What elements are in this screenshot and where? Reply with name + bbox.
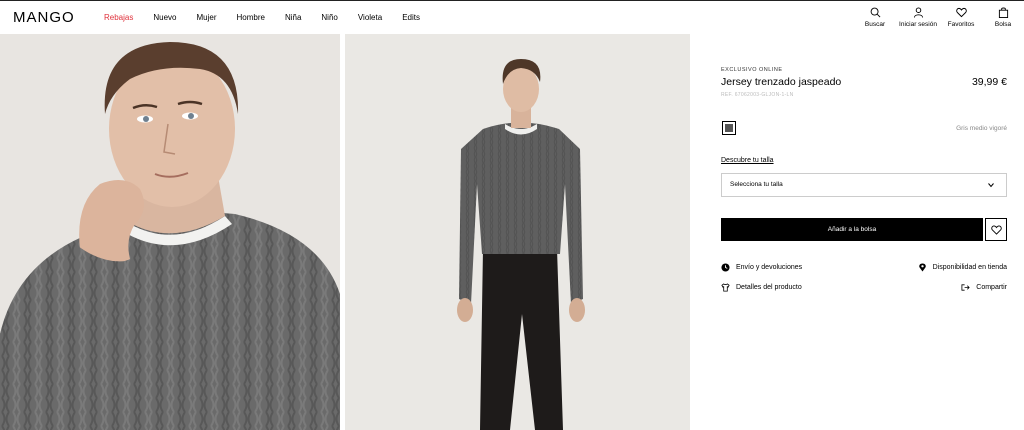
product-price: 39,99 € [971,76,1007,88]
nav-item-rebajas[interactable]: Rebajas [104,13,133,22]
user-icon [913,7,923,18]
model-fullbody-illustration [345,34,690,430]
bag-label: Bolsa [994,21,1012,28]
product-photo-closeup[interactable] [0,34,340,430]
product-details-link[interactable]: Detalles del producto [721,283,802,292]
main-nav: Rebajas Nuevo Mujer Hombre Niña Niño Vio… [104,13,440,22]
search-label: Buscar [864,21,886,28]
product-title: Jersey trenzado jaspeado [721,76,842,88]
add-favorite-button[interactable] [985,218,1007,241]
chevron-down-icon [988,183,994,188]
heart-icon [955,7,967,18]
add-to-bag-button[interactable]: Añadir a la bolsa [721,218,983,241]
nav-item-hombre[interactable]: Hombre [237,13,265,22]
login-label: Iniciar sesión [899,21,937,28]
bag-button[interactable]: Bolsa [982,7,1024,28]
header-tools: Buscar Iniciar sesión Favoritos Bolsa [854,7,1024,28]
shipping-returns-label: Envío y devoluciones [736,264,803,271]
store-availability-label: Disponibilidad en tienda [932,264,1007,271]
product-photo-fullbody[interactable] [345,34,690,430]
store-availability-link[interactable]: Disponibilidad en tienda [918,263,1007,272]
mango-logo[interactable]: MANGO [13,9,75,26]
search-icon [870,7,880,18]
model-closeup-illustration [0,34,340,430]
share-link[interactable]: Compartir [961,283,1007,292]
product-details-label: Detalles del producto [736,284,802,291]
product-reference: REF. 67062003-GLJON-1-LN [721,92,794,98]
nav-item-nuevo[interactable]: Nuevo [153,13,176,22]
location-pin-icon [918,263,926,272]
login-button[interactable]: Iniciar sesión [896,7,940,28]
nav-item-mujer[interactable]: Mujer [196,13,216,22]
color-swatch-fill [725,124,733,132]
nav-item-nina[interactable]: Niña [285,13,301,22]
favorites-button[interactable]: Favoritos [940,7,982,28]
top-header: MANGO Rebajas Nuevo Mujer Hombre Niña Ni… [0,0,1024,34]
heart-icon [991,225,1002,235]
color-name: Gris medio vigoré [956,125,1007,132]
size-guide-link[interactable]: Descubre tu talla [721,157,774,164]
nav-item-nino[interactable]: Niño [321,13,337,22]
size-select-placeholder: Selecciona tu talla [730,181,783,188]
share-icon [961,284,970,291]
size-select[interactable]: Selecciona tu talla [721,173,1007,197]
nav-item-edits[interactable]: Edits [402,13,420,22]
exclusive-online-badge: EXCLUSIVO ONLINE [721,67,783,73]
tshirt-icon [721,283,730,292]
clock-icon [721,263,730,272]
favorites-label: Favoritos [947,21,975,28]
color-swatch[interactable] [722,121,736,135]
share-label: Compartir [976,284,1007,291]
shipping-returns-link[interactable]: Envío y devoluciones [721,263,802,272]
search-button[interactable]: Buscar [854,7,896,28]
bag-icon [998,7,1008,18]
nav-item-violeta[interactable]: Violeta [358,13,382,22]
